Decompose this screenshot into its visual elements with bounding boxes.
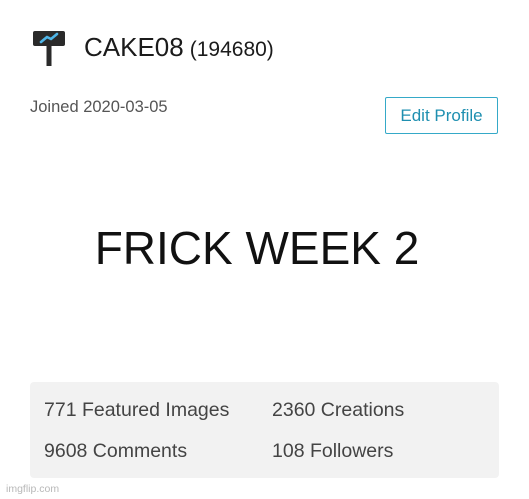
- edit-profile-button[interactable]: Edit Profile: [385, 97, 498, 134]
- stats-panel: 771 Featured Images 2360 Creations 9608 …: [30, 382, 499, 478]
- stat-creations[interactable]: 2360 Creations: [272, 399, 404, 422]
- username[interactable]: CAKE08 (194680): [84, 32, 274, 63]
- hammer-icon: [33, 31, 65, 66]
- meme-caption: FRICK WEEK 2: [94, 222, 420, 274]
- stat-followers[interactable]: 108 Followers: [272, 440, 393, 463]
- stat-featured-images[interactable]: 771 Featured Images: [44, 399, 229, 422]
- stat-comments[interactable]: 9608 Comments: [44, 440, 187, 463]
- user-points: (194680): [189, 38, 274, 61]
- user-avatar[interactable]: [32, 30, 66, 68]
- username-text[interactable]: CAKE08: [84, 32, 184, 62]
- joined-date: Joined 2020-03-05: [30, 98, 168, 116]
- imgflip-watermark: imgflip.com: [6, 483, 60, 495]
